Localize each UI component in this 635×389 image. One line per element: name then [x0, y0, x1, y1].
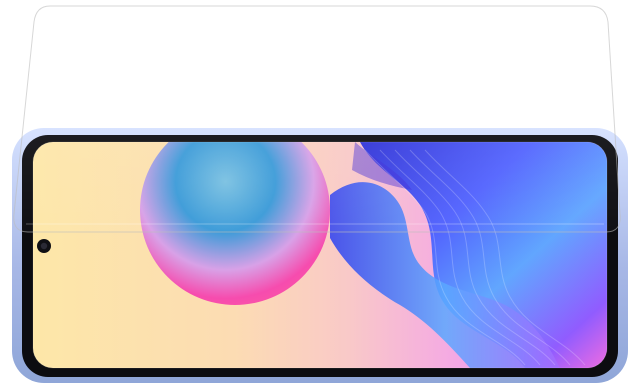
- product-photo-scene: [12, 5, 628, 383]
- front-camera-lens: [40, 242, 48, 250]
- screen-protector: [13, 5, 621, 233]
- screen-protector-sheet: [13, 5, 621, 233]
